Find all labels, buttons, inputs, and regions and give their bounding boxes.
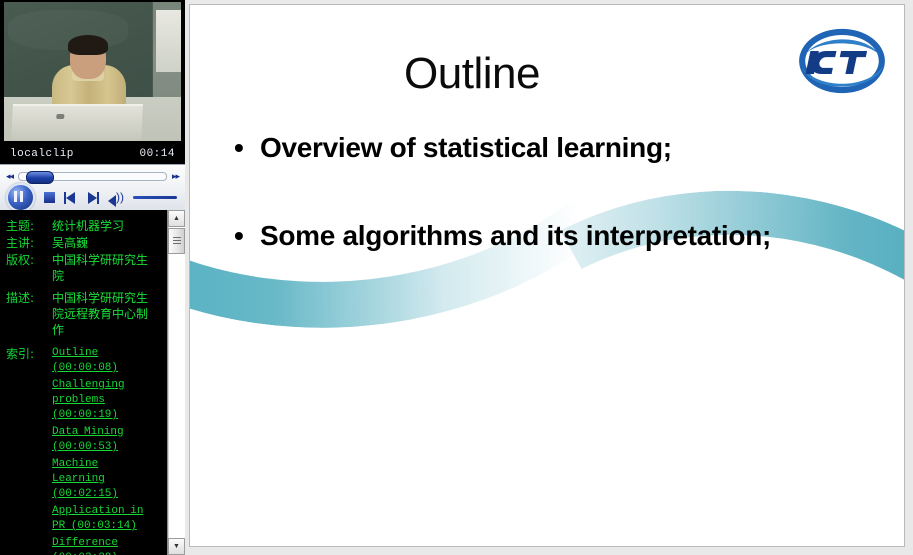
video-stage[interactable] xyxy=(0,0,185,143)
bullet-marker-icon: • xyxy=(234,219,244,251)
clip-time: 00:14 xyxy=(139,147,175,160)
scrollbar-track[interactable] xyxy=(168,227,185,538)
bullet-marker-icon: • xyxy=(234,132,244,163)
clip-name: localclip xyxy=(10,147,74,160)
scrollbar-thumb[interactable] xyxy=(168,228,185,254)
slide-viewer: Outline • Overview of statistical learni… xyxy=(185,0,913,555)
slide-bullet-item: • Overview of statistical learning; xyxy=(234,131,884,165)
index-link-outline[interactable]: Outline (00:00:08) xyxy=(52,346,156,376)
presentation-slide[interactable]: Outline • Overview of statistical learni… xyxy=(189,4,905,547)
seek-slider[interactable] xyxy=(18,170,167,184)
volume-slider[interactable] xyxy=(133,196,177,199)
media-player-window: localclip 00:14 ◂◂ ▸▸)) 主题: 统计机器学习 主讲: … xyxy=(0,0,913,555)
index-link-title: Machine Learning xyxy=(52,458,105,485)
index-link-title: Difference xyxy=(52,537,119,549)
seek-row: ◂◂ ▸▸ xyxy=(0,168,185,184)
metadata-row-topic: 主题: 统计机器学习 xyxy=(6,218,158,234)
index-link-time: (00:00:53) xyxy=(52,441,119,453)
index-link-application-in-pr[interactable]: Application in PR (00:03:14) xyxy=(52,504,156,534)
index-link-list: Outline (00:00:08) Challenging problems … xyxy=(52,346,158,555)
metadata-row-description: 描述: 中国科学研研究生院远程教育中心制作 xyxy=(6,290,158,338)
slide-bullet-item: • Some algorithms and its interpretation… xyxy=(234,219,884,253)
metadata-label-description: 描述: xyxy=(6,291,35,305)
slide-title: Outline xyxy=(404,49,540,98)
metadata-row-copyright: 版权: 中国科学研研究生院 xyxy=(6,252,158,284)
metadata-label-topic: 主题: xyxy=(6,219,35,233)
metadata-value-copyright: 中国科学研研究生院 xyxy=(52,253,149,283)
metadata-row-speaker: 主讲: 吴高巍 xyxy=(6,235,158,251)
volume-icon[interactable] xyxy=(108,190,124,207)
video-desk xyxy=(11,104,143,141)
player-controls: ◂◂ ▸▸ xyxy=(0,164,185,212)
index-link-data-mining[interactable]: Data Mining (00:00:53) xyxy=(52,425,156,455)
pause-button[interactable] xyxy=(6,183,35,212)
stop-button[interactable] xyxy=(44,192,55,203)
index-link-machine-learning[interactable]: Machine Learning (00:02:15) xyxy=(52,457,156,502)
index-link-time: (00:03:14) xyxy=(70,520,137,532)
index-link-title: Challenging problems xyxy=(52,379,125,406)
index-block: 索引: Outline (00:00:08) Challenging probl… xyxy=(6,346,158,555)
video-frame xyxy=(4,2,181,141)
index-link-challenging-problems[interactable]: Challenging problems (00:00:19) xyxy=(52,378,156,423)
clip-info-bar: localclip 00:14 xyxy=(0,143,185,164)
bullet-text: Overview of statistical learning; xyxy=(260,132,672,163)
index-link-title: Outline xyxy=(52,347,99,359)
metadata-panel: 主题: 统计机器学习 主讲: 吴高巍 版权: 中国科学研研究生院 描述: 中国科… xyxy=(0,210,185,555)
video-lecturer-hair xyxy=(68,35,108,55)
seek-thumb[interactable] xyxy=(26,170,55,184)
index-link-time: (00:02:15) xyxy=(52,488,119,500)
next-button[interactable] xyxy=(86,191,99,204)
forward-icon[interactable]: ▸▸ xyxy=(172,171,180,181)
scroll-up-arrow-icon[interactable]: ▲ xyxy=(168,210,185,227)
video-projection-screen xyxy=(156,10,181,72)
metadata-value-speaker: 吴高巍 xyxy=(52,236,89,250)
metadata-value-description: 中国科学研研究生院远程教育中心制作 xyxy=(52,291,149,337)
metadata-label-copyright: 版权: xyxy=(6,253,35,267)
metadata-value-topic: 统计机器学习 xyxy=(52,219,125,233)
index-link-time: (00:00:19) xyxy=(52,409,119,421)
bullet-text: Some algorithms and its interpretation; xyxy=(260,219,772,251)
transport-buttons xyxy=(0,183,185,212)
index-link-title: Data Mining xyxy=(52,426,124,438)
scroll-down-arrow-icon[interactable]: ▼ xyxy=(168,538,185,555)
metadata-scrollbar[interactable]: ▲ ▼ xyxy=(167,210,185,555)
player-sidebar: localclip 00:14 ◂◂ ▸▸)) 主题: 统计机器学习 主讲: … xyxy=(0,0,185,555)
rewind-icon[interactable]: ◂◂ xyxy=(6,171,14,181)
slide-bullet-list: • Overview of statistical learning; • So… xyxy=(234,131,884,306)
index-label: 索引: xyxy=(6,347,35,361)
previous-button[interactable] xyxy=(64,191,77,204)
index-link-difference[interactable]: Difference (00:03:28) xyxy=(52,536,156,555)
index-link-time: (00:00:08) xyxy=(52,362,119,374)
metadata-label-speaker: 主讲: xyxy=(6,236,35,250)
metadata-scroll-content: 主题: 统计机器学习 主讲: 吴高巍 版权: 中国科学研研究生院 描述: 中国科… xyxy=(0,210,162,555)
